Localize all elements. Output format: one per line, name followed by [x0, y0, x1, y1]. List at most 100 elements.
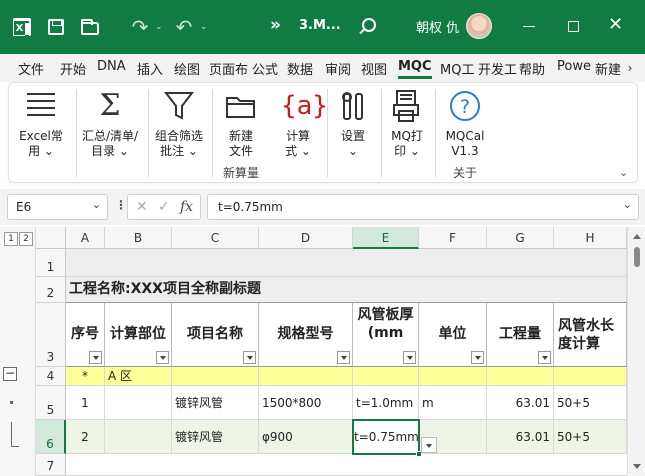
close-icon[interactable]: ✕ [608, 14, 623, 36]
save-icon[interactable] [46, 17, 66, 37]
scroll-down-icon[interactable] [633, 464, 641, 469]
row-header-5[interactable]: 5 [36, 386, 66, 420]
cell-a5[interactable]: 1 [66, 386, 105, 420]
tab-developer[interactable]: 开发工 [478, 59, 517, 79]
maximize-icon[interactable] [568, 21, 579, 32]
cell-g6[interactable]: 63.01 [487, 420, 554, 454]
tab-help[interactable]: 帮助 [519, 59, 545, 79]
cell-a6[interactable]: 2 [66, 420, 105, 454]
cell-a4[interactable]: * [66, 367, 105, 386]
filter-dropdown-icon[interactable] [538, 351, 551, 364]
tab-page-layout[interactable]: 页面布 [209, 59, 248, 79]
column-header-h[interactable]: H [554, 227, 627, 249]
tab-mqc[interactable]: MQC [398, 59, 432, 79]
expand-formula-icon[interactable]: ⌄ [623, 198, 632, 211]
cell-f5[interactable]: m [419, 386, 487, 420]
scroll-up-icon[interactable] [633, 234, 641, 239]
row-header-3[interactable]: 3 [36, 303, 66, 367]
header-cell-spec[interactable]: 规格型号 [259, 303, 353, 367]
column-header-b[interactable]: B [105, 227, 172, 249]
cell-c6[interactable]: 镀锌风管 [172, 420, 259, 454]
tab-home[interactable]: 开始 [60, 59, 86, 79]
tab-view[interactable]: 视图 [361, 59, 387, 79]
row-header-2[interactable]: 2 [36, 277, 66, 303]
open-folder-icon[interactable] [80, 17, 100, 37]
cell-c4[interactable] [172, 367, 259, 386]
tab-file[interactable]: 文件 [18, 59, 44, 79]
select-all-corner[interactable] [36, 227, 66, 249]
header-cell-thickness[interactable]: 风管板厚(mm [353, 303, 419, 367]
header-cell-calc-part[interactable]: 计算部位 [105, 303, 172, 367]
new-file-button[interactable]: 新建 文件 [215, 89, 267, 159]
more-commands-button[interactable]: » [270, 15, 281, 35]
tab-formulas[interactable]: 公式 [252, 59, 278, 79]
insert-function-icon[interactable]: fx [180, 199, 193, 215]
filter-dropdown-icon[interactable] [156, 351, 169, 364]
cell-e5[interactable]: t=1.0mm [353, 386, 419, 420]
column-header-f[interactable]: F [419, 227, 487, 249]
column-header-c[interactable]: C [172, 227, 259, 249]
cell-c5[interactable]: 镀锌风管 [172, 386, 259, 420]
user-name[interactable]: 朝权 仇 [416, 17, 459, 36]
redo-dropdown-icon[interactable]: ⌄ [155, 22, 163, 32]
header-cell-index[interactable]: 序号 [66, 303, 105, 367]
search-icon[interactable] [362, 18, 376, 32]
name-box-dropdown-icon[interactable]: ⌄ [92, 198, 101, 211]
cell-h6[interactable]: 50+5 [554, 420, 627, 454]
cell-b4[interactable]: A 区 [105, 367, 172, 386]
formula-button[interactable]: {a} 计算 式 ⌄ [273, 89, 328, 159]
outline-level-2-button[interactable]: 2 [19, 232, 33, 246]
summary-list-button[interactable]: Σ 汇总/清单/ 目录 ⌄ [75, 89, 145, 159]
mq-print-button[interactable]: MQ打 印 ⌄ [383, 89, 431, 159]
cell-f4[interactable] [419, 367, 487, 386]
tab-mq-tools[interactable]: MQ工 [440, 59, 474, 79]
column-header-e[interactable]: E [353, 227, 419, 249]
formula-bar-options-icon[interactable]: ⋮ [115, 198, 127, 212]
header-cell-unit[interactable]: 单位 [419, 303, 487, 367]
tab-review[interactable]: 审阅 [325, 59, 351, 79]
outline-collapse-button[interactable]: − [3, 367, 17, 381]
cell-g4[interactable] [487, 367, 554, 386]
tab-data[interactable]: 数据 [287, 59, 313, 79]
header-cell-quantity[interactable]: 工程量 [487, 303, 554, 367]
row-header-1[interactable]: 1 [36, 249, 66, 277]
excel-common-button[interactable]: Excel常 用 ⌄ [11, 89, 71, 159]
cell-d5[interactable]: 1500*800 [259, 386, 353, 420]
tab-insert[interactable]: 插入 [137, 59, 163, 79]
tab-scroll-right-icon[interactable]: › [623, 58, 637, 78]
cell-d4[interactable] [259, 367, 353, 386]
header-cell-length-calc[interactable]: 风管水长度计算 [554, 303, 627, 367]
undo-dropdown-icon[interactable]: ⌄ [200, 22, 208, 32]
header-cell-item-name[interactable]: 项目名称 [172, 303, 259, 367]
cell-h4[interactable] [554, 367, 627, 386]
cell-b5[interactable] [105, 386, 172, 420]
cell-d6[interactable]: φ900 [259, 420, 353, 454]
scroll-thumb[interactable] [634, 247, 640, 267]
redo-icon[interactable]: ↷ [130, 17, 150, 37]
row-header-6[interactable]: 6 [36, 420, 66, 454]
column-header-g[interactable]: G [487, 227, 554, 249]
filter-dropdown-icon[interactable] [243, 351, 256, 364]
undo-icon[interactable]: ↶ [174, 17, 194, 37]
name-box[interactable]: E6 ⌄ [7, 194, 108, 220]
minimize-icon[interactable] [523, 26, 535, 27]
collapse-ribbon-icon[interactable]: ⌄ [619, 166, 628, 179]
filter-comment-button[interactable]: 组合筛选 批注 ⌄ [149, 89, 209, 159]
tab-power[interactable]: Powe [557, 59, 591, 79]
column-header-a[interactable]: A [66, 227, 105, 249]
vertical-scrollbar[interactable] [627, 227, 645, 476]
tab-dna[interactable]: DNA [97, 59, 126, 79]
cell-b6[interactable] [105, 420, 172, 454]
cell-g5[interactable]: 63.01 [487, 386, 554, 420]
row-7-cells[interactable] [66, 454, 627, 476]
row-header-4[interactable]: 4 [36, 367, 66, 386]
filter-dropdown-icon[interactable] [89, 351, 102, 364]
cell-h5[interactable]: 50+5 [554, 386, 627, 420]
row-1-cells[interactable] [66, 249, 627, 277]
outline-level-1-button[interactable]: 1 [4, 232, 18, 246]
confirm-icon[interactable]: ✓ [158, 199, 170, 215]
project-title-cell[interactable]: 工程名称:XXX项目全称副标题 [66, 277, 627, 303]
filter-dropdown-icon[interactable] [337, 351, 350, 364]
mqcal-about-button[interactable]: ? MQCal V1.3 [437, 89, 493, 159]
column-header-d[interactable]: D [259, 227, 353, 249]
